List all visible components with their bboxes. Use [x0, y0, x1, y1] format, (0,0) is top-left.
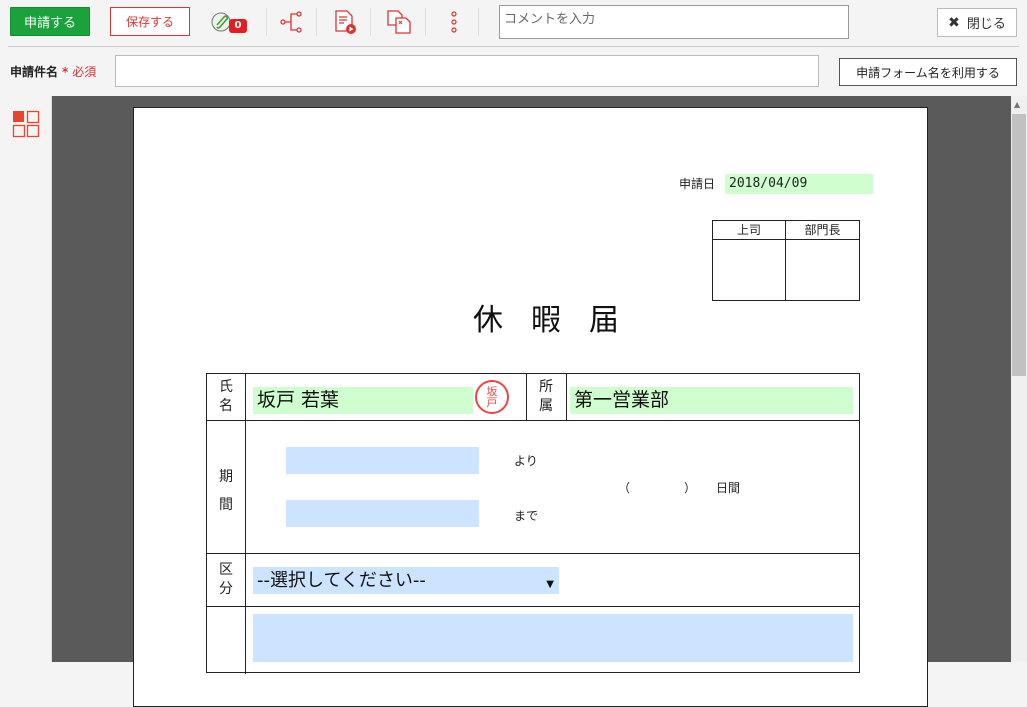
category-label-char: 分: [219, 581, 233, 597]
seal-stamp-text: 坂戸: [486, 385, 498, 409]
scroll-thumb[interactable]: [1012, 114, 1026, 376]
left-rail: [0, 96, 52, 662]
more-icon: [451, 11, 457, 33]
close-label: 閉じる: [966, 17, 1006, 32]
preview-button[interactable]: [331, 8, 359, 36]
date-field[interactable]: 2018/04/09: [725, 174, 873, 194]
toolbar-divider: [8, 46, 1019, 47]
row-divider: [207, 420, 859, 421]
toolbar-separator: [478, 8, 479, 36]
row-divider: [207, 606, 859, 607]
toolbar-separator: [316, 8, 317, 36]
attachment-count-badge: 0: [229, 19, 247, 33]
period-from-input[interactable]: [286, 447, 479, 474]
col-divider: [566, 374, 567, 420]
dept-field[interactable]: 第一営業部: [570, 387, 853, 414]
name-label-char: 名: [219, 398, 233, 414]
days-unit: 日間: [716, 481, 741, 495]
comment-input[interactable]: [499, 5, 849, 39]
form-title: 休暇届: [473, 303, 647, 338]
name-field[interactable]: 坂戸 若葉: [253, 387, 473, 414]
days-open-paren: （: [618, 481, 631, 495]
date-label: 申請日: [679, 177, 716, 191]
route-icon: [280, 11, 302, 33]
days-close-paren: ）: [684, 481, 697, 495]
copy-icon: [387, 10, 411, 34]
subject-input[interactable]: [115, 55, 819, 87]
approver-column: 部門長: [786, 221, 859, 300]
category-label-char: 区: [219, 562, 233, 578]
required-star: *: [62, 65, 69, 79]
dept-label: 所 属: [527, 378, 565, 416]
toolbar-separator: [425, 8, 426, 36]
approver-label: 部門長: [786, 221, 859, 240]
toolbar-separator: [266, 8, 267, 36]
to-suffix: まで: [514, 509, 539, 523]
save-button[interactable]: 保存する: [110, 7, 190, 36]
approver-label: 上司: [713, 221, 785, 240]
approver-column: 上司: [713, 221, 786, 300]
apply-button[interactable]: 申請する: [10, 7, 90, 36]
name-label: 氏 名: [207, 378, 245, 416]
toolbar-separator: [370, 8, 371, 36]
toolbar: 申請する 保存する 0 コメントを入力 ✖ 閉じる: [0, 0, 1027, 46]
period-label: 期 間: [207, 463, 245, 519]
period-label-char: 間: [219, 497, 233, 513]
category-select[interactable]: --選択してください-- ▼: [253, 567, 559, 594]
subject-label: 申請件名 * 必須: [10, 63, 96, 80]
preview-icon: [335, 10, 356, 34]
category-label: 区 分: [207, 561, 245, 599]
dept-label-char: 属: [539, 398, 553, 414]
row-divider: [207, 553, 859, 554]
route-button[interactable]: [277, 8, 305, 36]
period-to-input[interactable]: [286, 500, 479, 527]
required-text: 必須: [72, 65, 97, 79]
chevron-down-icon: ▼: [546, 579, 554, 590]
close-button[interactable]: ✖ 閉じる: [937, 8, 1017, 37]
use-form-name-button[interactable]: 申請フォーム名を利用する: [839, 58, 1017, 86]
close-icon: ✖: [948, 14, 960, 31]
copy-button[interactable]: [385, 8, 413, 36]
col-divider: [245, 374, 246, 674]
approval-stamp-box: 上司 部門長: [712, 220, 860, 301]
seal-stamp: 坂戸: [475, 380, 509, 414]
reason-textarea[interactable]: [253, 614, 853, 662]
period-label-char: 期: [219, 469, 233, 485]
from-suffix: より: [514, 454, 538, 468]
layout-icon: [12, 110, 40, 138]
more-button[interactable]: [440, 8, 468, 36]
subject-label-text: 申請件名: [10, 65, 59, 79]
category-selected-value: --選択してください--: [257, 570, 426, 591]
layout-button[interactable]: [12, 110, 40, 138]
dept-label-char: 所: [539, 379, 553, 395]
name-label-char: 氏: [219, 379, 233, 395]
scroll-up-icon[interactable]: ▲: [1014, 100, 1020, 109]
